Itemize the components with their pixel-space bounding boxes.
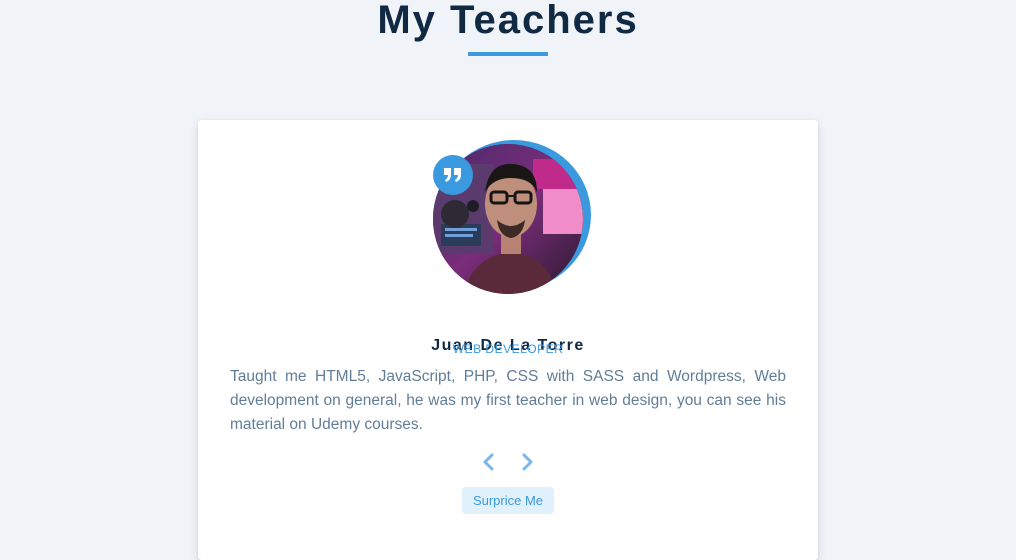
teacher-role: WEB DEVELOPER	[452, 342, 564, 356]
review-card: Juan De La Torre WEB DEVELOPER Taught me…	[198, 120, 818, 560]
teacher-description: Taught me HTML5, JavaScript, PHP, CSS wi…	[230, 368, 786, 433]
avatar-container	[433, 140, 591, 294]
title-underline	[468, 52, 548, 56]
next-button[interactable]	[517, 451, 539, 473]
prev-button[interactable]	[477, 451, 499, 473]
page-title: My Teachers	[377, 0, 639, 42]
quote-right-icon	[444, 168, 461, 182]
chevron-right-icon	[522, 453, 533, 471]
chevron-left-icon	[483, 453, 494, 471]
surprise-me-button[interactable]: Surprice Me	[462, 487, 554, 514]
quote-icon	[433, 155, 473, 195]
